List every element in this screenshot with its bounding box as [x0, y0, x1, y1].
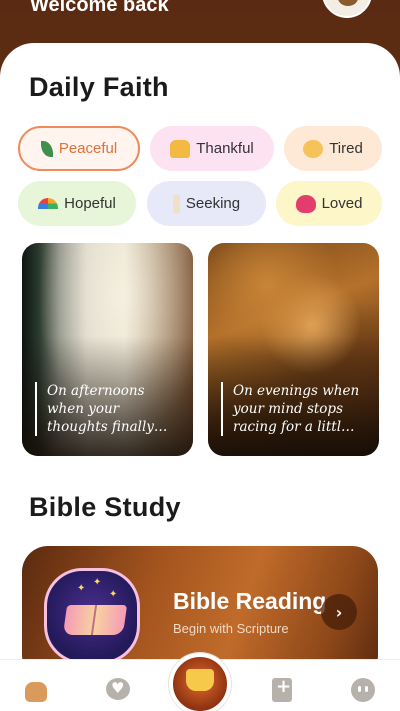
- mood-chip-thankful[interactable]: Thankful: [150, 126, 274, 171]
- candle-icon: [172, 194, 180, 213]
- rainbow-icon: [38, 198, 59, 209]
- star-icon: ✦: [93, 577, 102, 588]
- bible-reading-subtitle: Begin with Scripture: [173, 621, 289, 636]
- leaf-icon: [40, 140, 53, 157]
- bible-icon[interactable]: [270, 676, 294, 702]
- bible-study-title: Bible Study: [29, 492, 181, 522]
- mood-label: Peaceful: [58, 140, 118, 157]
- mood-label: Loved: [321, 195, 363, 212]
- heart-icon[interactable]: [106, 678, 130, 702]
- mood-label: Seeking: [185, 195, 241, 212]
- bottom-nav: [0, 653, 400, 711]
- mood-chip-hopeful[interactable]: Hopeful: [18, 181, 136, 226]
- reflection-card-evening[interactable]: On evenings when your mind stops racing …: [208, 243, 379, 456]
- daily-faith-title: Daily Faith: [29, 72, 169, 102]
- mood-label: Thankful: [196, 140, 254, 157]
- mood-chip-seeking[interactable]: Seeking: [147, 181, 266, 226]
- card-quote: On evenings when your mind stops racing …: [221, 382, 369, 436]
- avatar[interactable]: [322, 0, 372, 18]
- open-book-icon: ✦ ✦ ✦: [44, 568, 140, 664]
- mood-label: Tired: [329, 140, 363, 157]
- card-quote: On afternoons when your thoughts finally…: [35, 382, 183, 436]
- crown-icon[interactable]: [169, 653, 231, 711]
- book-shape: [62, 605, 128, 635]
- tired-face-icon: [303, 139, 324, 158]
- profile-icon[interactable]: [351, 678, 375, 702]
- mood-label: Hopeful: [64, 195, 116, 212]
- mood-chip-peaceful[interactable]: Peaceful: [18, 126, 140, 171]
- chevron-right-icon[interactable]: ›: [321, 594, 357, 630]
- mood-chip-loved[interactable]: Loved: [276, 181, 382, 226]
- welcome-text: Welcome back: [30, 0, 169, 16]
- star-icon: ✦: [109, 589, 118, 600]
- heart-icon: [295, 194, 316, 213]
- mood-chip-tired[interactable]: Tired: [284, 126, 382, 171]
- home-icon[interactable]: [24, 678, 48, 702]
- bible-reading-title: Bible Reading: [173, 588, 327, 614]
- folded-hands-icon: [170, 139, 191, 158]
- star-icon: ✦: [77, 583, 86, 594]
- reflection-card-afternoon[interactable]: On afternoons when your thoughts finally…: [22, 243, 193, 456]
